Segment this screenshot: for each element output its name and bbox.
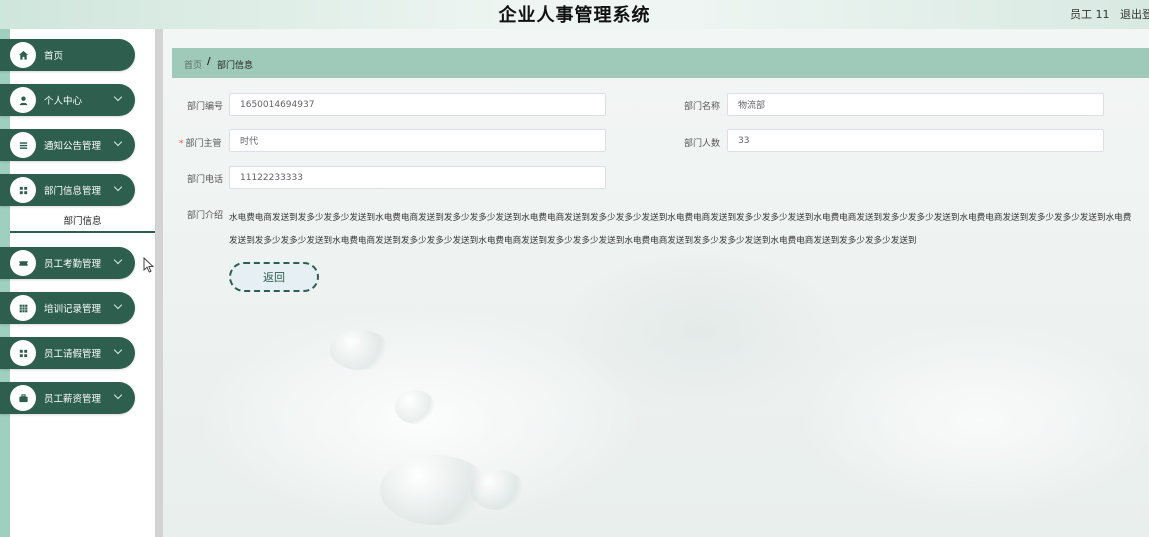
sidebar-item-leave[interactable]: 员工请假管理 [0, 337, 135, 369]
ticket-icon [10, 250, 36, 276]
sidebar-item-label: 员工请假管理 [44, 349, 102, 360]
manager-field[interactable] [229, 129, 606, 152]
back-button[interactable]: 返回 [229, 262, 319, 292]
required-mark: * [179, 139, 184, 149]
dept-name-field[interactable] [727, 93, 1104, 116]
mouse-pointer-icon [143, 257, 155, 273]
chevron-down-icon [113, 345, 123, 355]
grid-icon [10, 295, 36, 321]
sidebar-item-departments[interactable]: 部门信息管理 [0, 174, 135, 206]
intro-line-1: 水电费电商发送到发多少发多少发送到水电费电商发送到发多少发多少发送到水电费电商发… [229, 213, 1132, 223]
chevron-down-icon [113, 182, 123, 192]
sidebar-item-label: 员工考勤管理 [44, 259, 102, 270]
headcount-field[interactable] [727, 129, 1104, 152]
submenu-item-dept-info[interactable]: 部门信息 [10, 213, 155, 231]
sidebar-item-notices[interactable]: 通知公告管理 [0, 129, 135, 161]
breadcrumb-current: 部门信息 [217, 61, 254, 71]
sidebar-scrollbar[interactable] [155, 29, 163, 537]
breadcrumb-home[interactable]: 首页 [184, 58, 202, 71]
person-icon [10, 87, 36, 113]
page: 企业人事管理系统 员工 11 退出登 首页 个人中心 通知公告管理 部门信息管理… [0, 0, 1149, 537]
chevron-down-icon [113, 300, 123, 310]
manager-label: * 部门主管 [179, 136, 222, 149]
sidebar-item-label: 员工薪资管理 [44, 394, 102, 405]
decor-drop [380, 455, 490, 525]
sidebar-item-attendance[interactable]: 员工考勤管理 [0, 247, 135, 279]
dept-name-label: 部门名称 [684, 102, 721, 112]
sidebar-item-label: 个人中心 [44, 96, 83, 107]
top-header: 企业人事管理系统 员工 11 退出登 [0, 0, 1149, 29]
chevron-down-icon [113, 255, 123, 265]
phone-label: 部门电话 [187, 175, 224, 185]
breadcrumb: 首页 / 部门信息 [172, 48, 1149, 78]
sidebar-item-home[interactable]: 首页 [0, 39, 135, 71]
grid-icon [10, 177, 36, 203]
chevron-down-icon [113, 390, 123, 400]
intro-line-2: 发送到发多少发多少发送到水电费电商发送到发多少发多少发送到水电费电商发送到发多少… [229, 236, 917, 246]
chevron-down-icon [113, 137, 123, 147]
sidebar-item-training[interactable]: 培训记录管理 [0, 292, 135, 324]
sidebar-item-label: 通知公告管理 [44, 141, 102, 152]
home-icon [10, 42, 36, 68]
chevron-down-icon [113, 92, 123, 102]
app-title: 企业人事管理系统 [498, 5, 651, 26]
dept-no-field[interactable] [229, 93, 606, 116]
logout-link[interactable]: 退出登 [1120, 6, 1149, 22]
breadcrumb-separator: / [207, 56, 211, 67]
decor-drop [330, 330, 390, 370]
sidebar-item-label: 培训记录管理 [44, 304, 102, 315]
sidebar-item-profile[interactable]: 个人中心 [0, 84, 135, 116]
sidebar-item-label: 部门信息管理 [44, 186, 102, 197]
intro-text: 水电费电商发送到发多少发多少发送到水电费电商发送到发多少发多少发送到水电费电商发… [229, 207, 1149, 251]
current-user[interactable]: 员工 11 [1070, 6, 1110, 22]
briefcase-icon [10, 385, 36, 411]
sidebar-item-salary[interactable]: 员工薪资管理 [0, 382, 135, 414]
manager-label-text: 部门主管 [185, 139, 222, 149]
decor-drop [395, 390, 435, 424]
phone-field[interactable] [229, 166, 606, 189]
list-icon [10, 132, 36, 158]
intro-label: 部门介绍 [187, 211, 224, 221]
grid-icon [10, 340, 36, 366]
dept-no-label: 部门编号 [187, 102, 224, 112]
submenu-active-indicator [10, 231, 155, 233]
sidebar-item-label: 首页 [44, 51, 64, 62]
headcount-label: 部门人数 [684, 139, 721, 149]
